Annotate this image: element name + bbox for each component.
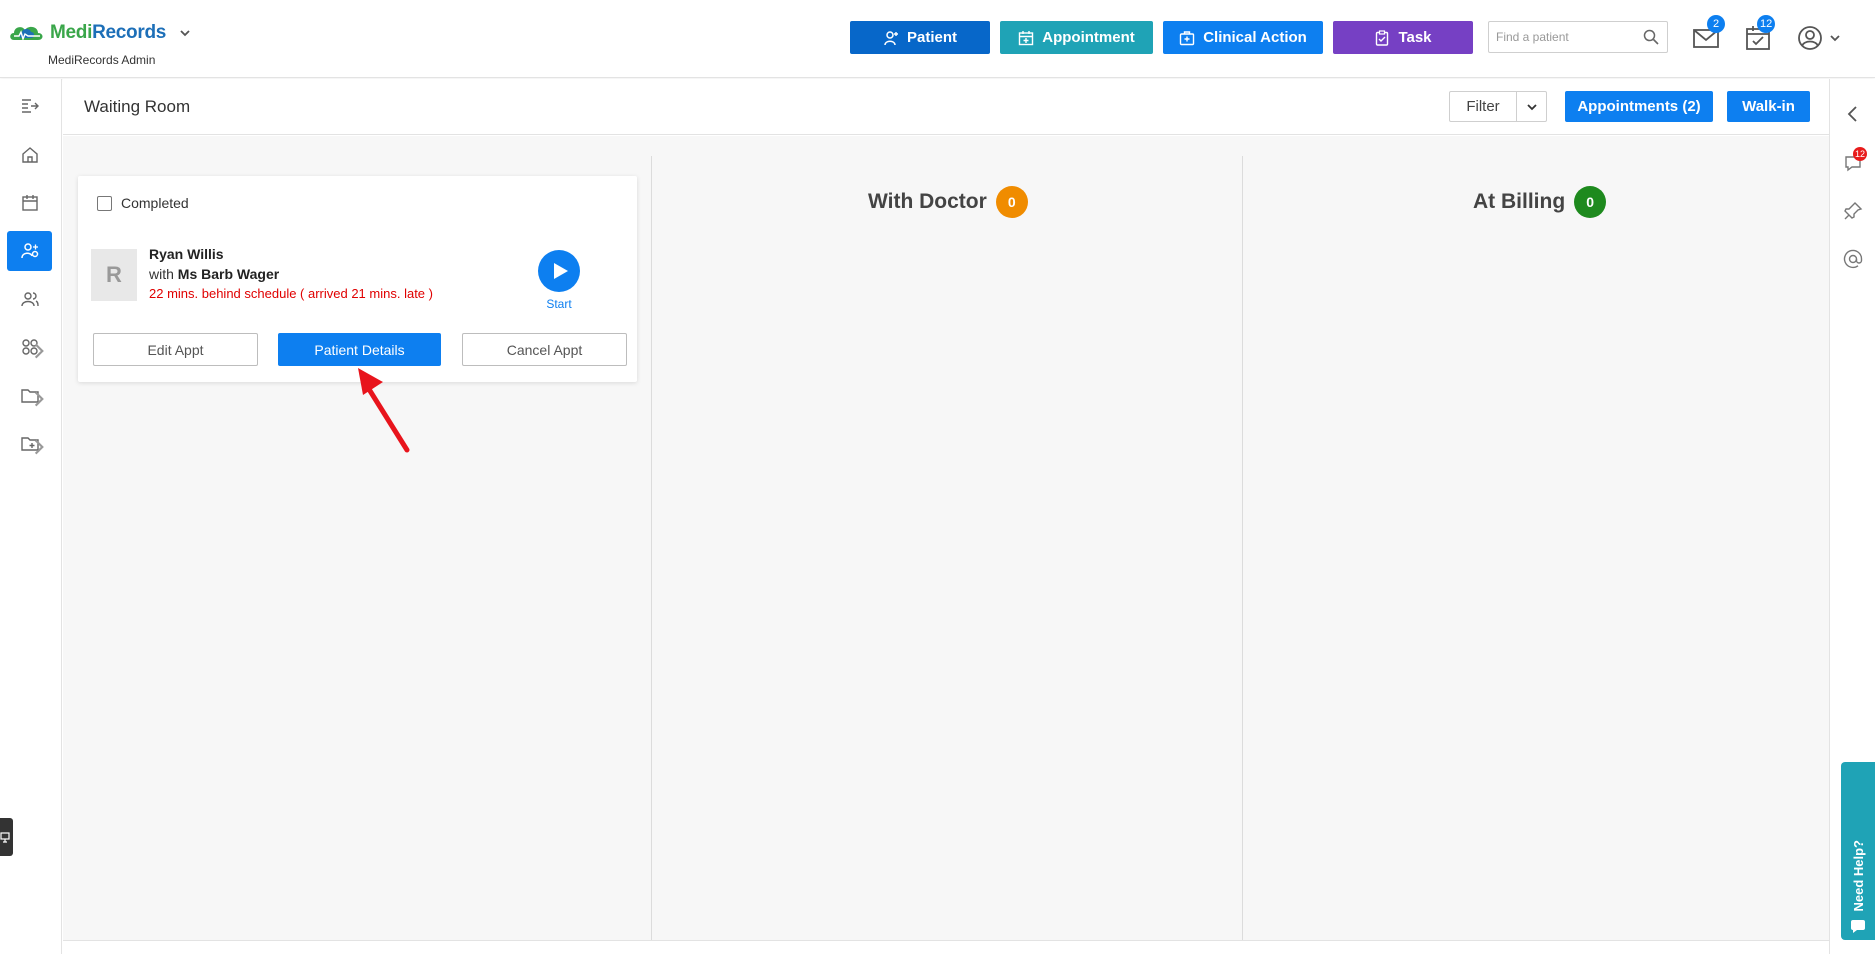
- practitioner-name: Ms Barb Wager: [177, 266, 280, 282]
- sidebar-item-folders[interactable]: [7, 375, 52, 415]
- logo-text-medi: Medi: [50, 22, 93, 43]
- appointments-button[interactable]: Appointments (2): [1565, 91, 1713, 122]
- page-title: Waiting Room: [84, 97, 191, 116]
- column-title: At Billing: [1473, 190, 1566, 213]
- search-input[interactable]: [1489, 22, 1639, 52]
- walk-in-button[interactable]: Walk-in: [1727, 91, 1810, 122]
- completed-label: Completed: [121, 195, 189, 211]
- org-subtitle: MediRecords Admin: [48, 53, 156, 67]
- medirecords-logo-icon: [10, 26, 43, 42]
- chat-badge: 12: [1853, 147, 1868, 161]
- sidebar-item-calendar[interactable]: [7, 183, 52, 223]
- avatar: R: [91, 249, 137, 301]
- at-mention-icon[interactable]: [1842, 248, 1864, 270]
- sidebar-item-modules[interactable]: [7, 327, 52, 367]
- task-button-label: Task: [1398, 29, 1432, 46]
- column-at-billing-header: At Billing 0: [1473, 186, 1607, 218]
- cancel-appt-button[interactable]: Cancel Appt: [462, 333, 627, 366]
- chevron-right-icon: [34, 439, 44, 455]
- annotation-arrow-icon: [358, 368, 410, 453]
- clipboard-icon: [1376, 29, 1389, 46]
- clinical-action-button-label: Clinical Action: [1203, 29, 1307, 46]
- person-add-icon: [884, 30, 898, 45]
- need-help-tab[interactable]: Need Help?: [1841, 762, 1875, 940]
- chat-bubble-icon: [1851, 920, 1865, 933]
- start-label[interactable]: Start: [533, 297, 585, 311]
- appointment-card: Completed R Ryan Willis with Ms Barb Wag…: [78, 176, 637, 382]
- completed-checkbox[interactable]: Completed: [97, 195, 189, 211]
- medical-bag-icon: [1179, 30, 1195, 45]
- tasks-badge: 12: [1757, 15, 1776, 33]
- appointment-button[interactable]: Appointment: [1000, 21, 1153, 54]
- edit-appt-button[interactable]: Edit Appt: [93, 333, 258, 366]
- patient-search[interactable]: [1488, 21, 1668, 53]
- chevron-down-icon[interactable]: [178, 26, 192, 40]
- filter-control: Filter: [1449, 91, 1547, 122]
- with-doctor-count-badge: 0: [995, 186, 1028, 218]
- play-icon: [553, 263, 568, 279]
- checkbox-box[interactable]: [97, 195, 112, 211]
- board-footer: [63, 940, 1829, 954]
- clinical-action-button[interactable]: Clinical Action: [1163, 21, 1323, 54]
- top-header: MediRecords MediRecords Admin Patient Ap…: [0, 0, 1875, 78]
- start-button[interactable]: [538, 250, 580, 292]
- with-prefix: with: [149, 266, 174, 282]
- toolbar-icon: [0, 832, 10, 843]
- sidebar-item-waiting-room[interactable]: [7, 231, 52, 271]
- practitioner-line: with Ms Barb Wager: [149, 266, 279, 282]
- pin-icon[interactable]: [1842, 200, 1864, 222]
- logo-text-records: Records: [92, 22, 167, 43]
- at-billing-count-badge: 0: [1574, 186, 1607, 218]
- floating-side-tab[interactable]: [0, 818, 13, 856]
- calendar-icon: [21, 195, 38, 211]
- sidebar-toggle[interactable]: [7, 86, 52, 126]
- column-divider: [651, 156, 652, 940]
- calendar-add-icon: [1019, 30, 1034, 45]
- chevron-down-icon[interactable]: [1829, 32, 1841, 44]
- sidebar-item-add-folder[interactable]: [7, 423, 52, 463]
- column-with-doctor-header: With Doctor 0: [868, 186, 1028, 218]
- need-help-label: Need Help?: [1850, 840, 1866, 912]
- page-header: Waiting Room Filter Appointments (2) Wal…: [63, 79, 1829, 135]
- patient-button[interactable]: Patient: [850, 21, 990, 54]
- user-account-icon[interactable]: [1796, 24, 1824, 52]
- schedule-status: 22 mins. behind schedule ( arrived 21 mi…: [149, 286, 433, 301]
- sidebar-item-home[interactable]: [7, 135, 52, 175]
- filter-button[interactable]: Filter: [1450, 92, 1517, 121]
- patient-button-label: Patient: [906, 29, 957, 46]
- column-title: With Doctor: [868, 190, 987, 213]
- chevron-left-icon[interactable]: [1842, 103, 1864, 125]
- chevron-right-icon: [34, 343, 44, 359]
- mail-badge: 2: [1707, 15, 1725, 33]
- collapse-menu-icon: [21, 99, 39, 113]
- app-logo[interactable]: MediRecords: [8, 22, 192, 44]
- appointment-button-label: Appointment: [1042, 29, 1135, 46]
- patients-icon: [20, 243, 38, 259]
- column-divider: [1242, 156, 1243, 940]
- patient-name: Ryan Willis: [149, 246, 224, 262]
- logo-text: MediRecords: [50, 22, 166, 44]
- patient-details-button[interactable]: Patient Details: [278, 333, 441, 366]
- chevron-down-icon: [1526, 103, 1537, 110]
- task-button[interactable]: Task: [1333, 21, 1473, 54]
- sidebar-item-contacts[interactable]: [7, 279, 52, 319]
- home-icon: [21, 147, 38, 163]
- chevron-right-icon: [34, 391, 44, 407]
- search-icon[interactable]: [1643, 29, 1659, 45]
- people-icon: [20, 292, 39, 307]
- filter-dropdown-toggle[interactable]: [1517, 92, 1546, 121]
